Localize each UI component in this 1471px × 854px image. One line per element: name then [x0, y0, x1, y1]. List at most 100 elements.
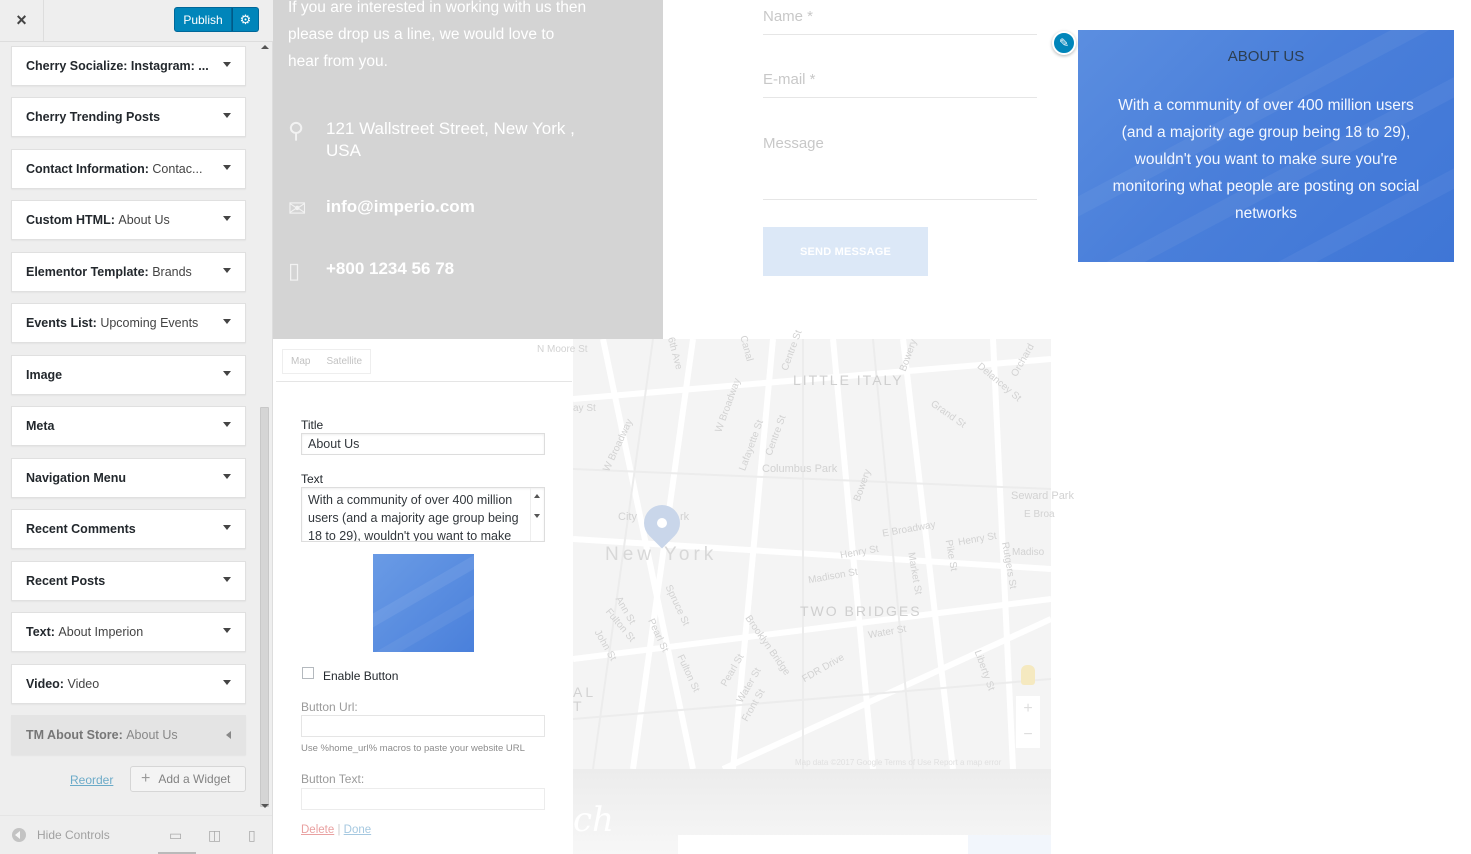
- scroll-up-icon[interactable]: [261, 45, 269, 49]
- about-us-text: With a community of over 400 million use…: [1112, 97, 1420, 222]
- edit-shortcut-button[interactable]: ✎: [1052, 31, 1076, 55]
- widget-text[interactable]: Text: About Imperion: [11, 612, 246, 652]
- email-field[interactable]: E-mail *: [763, 71, 1037, 98]
- expand-arrow-icon: [223, 680, 231, 685]
- scroll-down-icon[interactable]: [534, 514, 540, 518]
- widget-custom-html[interactable]: Custom HTML: About Us: [11, 200, 246, 240]
- map-type-tabs: Map Satellite: [282, 349, 372, 374]
- widget-video[interactable]: Video: Video: [11, 664, 246, 704]
- map-label-two-bridges: TWO BRIDGES: [800, 603, 922, 619]
- textarea-scrollbar[interactable]: [530, 488, 544, 541]
- map-attribution: Map data ©2017 Google Terms of Use Repor…: [795, 758, 1002, 767]
- hide-controls-button[interactable]: Hide Controls: [12, 828, 110, 842]
- send-message-button[interactable]: SEND MESSAGE: [763, 227, 928, 276]
- mobile-preview-icon[interactable]: ▯: [248, 827, 256, 844]
- widget-title: Cherry Socialize: Instagram: ...: [26, 59, 209, 73]
- scroll-up-icon[interactable]: [534, 494, 540, 498]
- map-label-e-broadway-2: E Broa: [1024, 509, 1055, 520]
- widget-navigation-menu[interactable]: Navigation Menu: [11, 458, 246, 498]
- enable-button-label: Enable Button: [323, 669, 399, 683]
- expand-arrow-icon: [223, 113, 231, 118]
- widget-subtitle: Video: [67, 677, 100, 691]
- envelope-icon: ✉: [288, 196, 307, 221]
- widget-title: Custom HTML:: [26, 213, 119, 227]
- street-view-pegman-icon[interactable]: [1021, 665, 1035, 685]
- url-help-text: Use %home_url% macros to paste your webs…: [301, 743, 525, 754]
- collapse-arrow-icon: [226, 731, 231, 739]
- widget-edit-form: Title About Us Text With a community of …: [276, 381, 572, 854]
- widget-contact-information[interactable]: Contact Information: Contac...: [11, 149, 246, 189]
- widget-elementor-template[interactable]: Elementor Template: Brands: [11, 252, 246, 292]
- widget-title: Text:: [26, 625, 59, 639]
- text-label: Text: [301, 472, 324, 486]
- widget-title: Navigation Menu: [26, 471, 127, 485]
- widget-cherry-trending-posts[interactable]: Cherry Trending Posts: [11, 97, 246, 137]
- widget-recent-posts[interactable]: Recent Posts: [11, 561, 246, 601]
- phone-icon: ▯: [288, 258, 301, 283]
- enable-button-checkbox[interactable]: [302, 667, 314, 679]
- publish-button[interactable]: Publish: [174, 7, 232, 32]
- email-text[interactable]: info@imperio.com: [326, 196, 475, 218]
- pencil-icon: ✎: [1058, 36, 1070, 50]
- contact-phone: ▯ +800 1234 56 78: [288, 258, 454, 284]
- delete-widget-link[interactable]: Delete: [301, 824, 334, 836]
- sidebar-scrollbar[interactable]: [258, 42, 272, 812]
- scroll-thumb[interactable]: [260, 407, 269, 807]
- about-us-card: ABOUT US With a community of over 400 mi…: [1078, 30, 1454, 262]
- name-field[interactable]: Name *: [763, 8, 1037, 35]
- message-field[interactable]: Message: [763, 135, 1037, 200]
- zoom-in-button[interactable]: +: [1016, 696, 1040, 722]
- expand-arrow-icon: [223, 371, 231, 376]
- widget-meta[interactable]: Meta: [11, 406, 246, 446]
- customizer-footer: Hide Controls ▭ ◫ ▯: [0, 815, 273, 854]
- widget-title: Recent Comments: [26, 522, 136, 536]
- widget-title: Elementor Template:: [26, 265, 153, 279]
- widget-image[interactable]: Image: [11, 355, 246, 395]
- map-label-columbus-park: Columbus Park: [762, 463, 838, 475]
- phone-text: +800 1234 56 78: [326, 259, 455, 278]
- expand-arrow-icon: [223, 577, 231, 582]
- widget-cherry-socialize-instagram[interactable]: Cherry Socialize: Instagram: ...: [11, 46, 246, 86]
- button-text-label: Button Text:: [301, 772, 365, 786]
- map-label-ay-st: ay St: [573, 403, 596, 414]
- tab-satellite[interactable]: Satellite: [318, 350, 370, 373]
- map-label-seward-park: Seward Park: [1011, 490, 1074, 502]
- reorder-widgets-link[interactable]: Reorder: [70, 773, 113, 787]
- contact-email: ✉ info@imperio.com: [288, 196, 475, 222]
- expand-arrow-icon: [223, 474, 231, 479]
- button-url-input[interactable]: [301, 715, 545, 737]
- hide-controls-label: Hide Controls: [37, 828, 110, 842]
- newsletter-submit[interactable]: [968, 835, 1051, 854]
- contact-info-section: If you are interested in working with us…: [273, 0, 663, 339]
- tab-map[interactable]: Map: [283, 350, 318, 373]
- expand-arrow-icon: [223, 216, 231, 221]
- expand-arrow-icon: [223, 62, 231, 67]
- done-link[interactable]: Done: [344, 824, 372, 836]
- add-widget-button[interactable]: + Add a Widget: [130, 766, 246, 792]
- customizer-screen: × Publish ⚙ Cherry Socialize: Instagram:…: [0, 0, 1471, 854]
- contact-intro-text: If you are interested in working with us…: [288, 0, 587, 70]
- widget-tm-about-store[interactable]: TM About Store: About Us: [11, 715, 246, 755]
- image-preview[interactable]: [373, 554, 474, 652]
- map-label-madison: Madiso: [1012, 547, 1045, 558]
- customizer-header: × Publish ⚙: [0, 0, 273, 42]
- tablet-preview-icon[interactable]: ◫: [208, 827, 221, 844]
- section-script-title: ch: [573, 800, 614, 840]
- expand-arrow-icon: [223, 165, 231, 170]
- widget-title: Video:: [26, 677, 68, 691]
- zoom-out-button[interactable]: −: [1016, 722, 1040, 748]
- map-label-n-moore: N Moore St: [537, 344, 588, 355]
- scroll-down-icon[interactable]: [261, 804, 269, 808]
- widget-recent-comments[interactable]: Recent Comments: [11, 509, 246, 549]
- close-customizer-button[interactable]: ×: [0, 0, 44, 41]
- expand-arrow-icon: [223, 268, 231, 273]
- desktop-preview-icon[interactable]: ▭: [169, 827, 182, 844]
- title-input[interactable]: About Us: [301, 433, 545, 455]
- newsletter-input[interactable]: [678, 835, 968, 854]
- widget-title: Meta: [26, 419, 55, 433]
- widget-events-list[interactable]: Events List: Upcoming Events: [11, 303, 246, 343]
- button-text-input[interactable]: [301, 788, 545, 810]
- widget-actions: Delete | Done: [301, 824, 371, 836]
- publish-settings-button[interactable]: ⚙: [232, 7, 259, 32]
- text-textarea[interactable]: With a community of over 400 million use…: [301, 487, 545, 542]
